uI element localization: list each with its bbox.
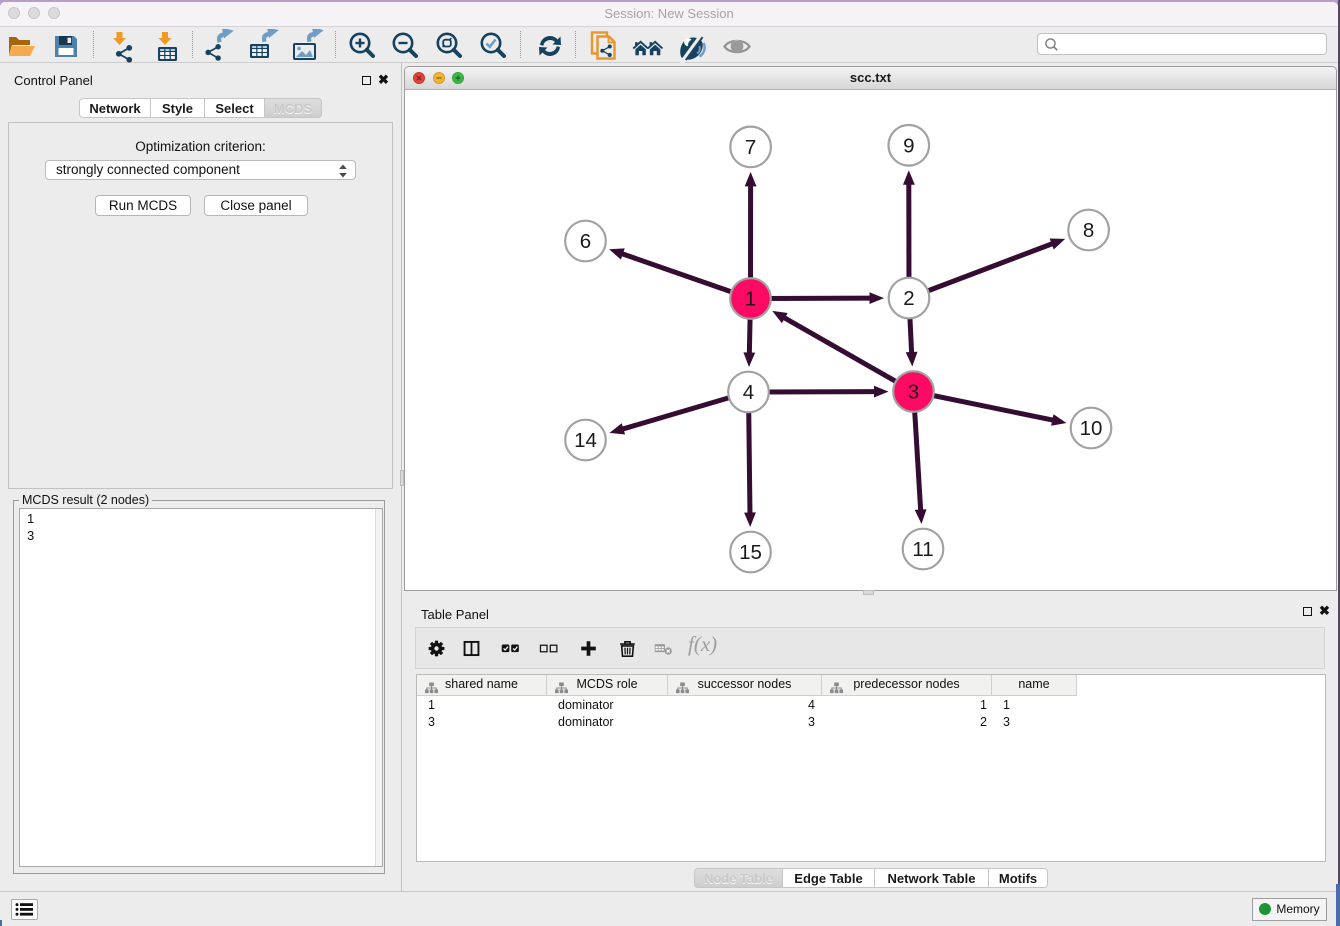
svg-text:7: 7 [745, 136, 756, 159]
svg-text:14: 14 [574, 429, 597, 452]
svg-text:8: 8 [1083, 219, 1094, 242]
svg-text:2: 2 [903, 287, 914, 310]
svg-text:6: 6 [580, 230, 591, 253]
svg-text:11: 11 [912, 538, 933, 561]
svg-text:4: 4 [743, 381, 754, 404]
svg-text:9: 9 [903, 134, 914, 157]
svg-text:15: 15 [739, 541, 762, 564]
svg-text:3: 3 [908, 381, 919, 404]
svg-text:1: 1 [745, 288, 756, 311]
svg-text:10: 10 [1080, 417, 1103, 440]
